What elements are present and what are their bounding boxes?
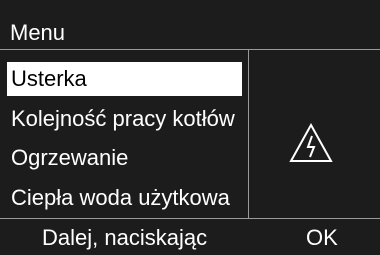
menu-item-boiler-sequence[interactable]: Kolejność pracy kotłów	[7, 102, 242, 136]
softkey-bar: Dalej, naciskając OK	[0, 218, 380, 255]
confirm-hint-text: Dalej, naciskając	[42, 225, 208, 250]
menu-list: Usterka Kolejność pracy kotłów Ogrzewani…	[0, 50, 248, 218]
warning-triangle-icon	[289, 122, 333, 162]
menu-item-heating[interactable]: Ogrzewanie	[7, 141, 242, 175]
title-bar: Menu	[0, 0, 380, 50]
control-panel-display: Menu Usterka Kolejność pracy kotłów Ogrz…	[0, 0, 380, 255]
menu-item-usterka[interactable]: Usterka	[7, 62, 242, 96]
panel-divider	[248, 50, 249, 218]
menu-item-hot-water[interactable]: Ciepła woda użytkowa	[7, 181, 242, 215]
ok-softkey[interactable]: OK	[306, 224, 338, 252]
page-title: Menu	[10, 20, 66, 45]
